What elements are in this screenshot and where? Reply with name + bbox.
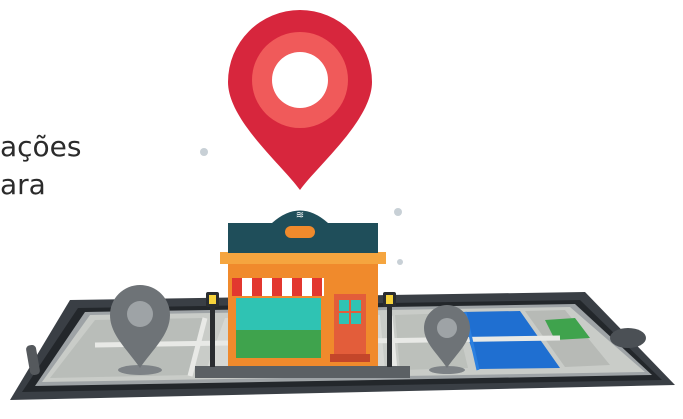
awning	[232, 278, 324, 296]
store-location-illustration: ≋	[10, 9, 675, 400]
shop-planter	[236, 330, 321, 358]
store-base	[195, 366, 410, 378]
svg-text:≋: ≋	[296, 210, 304, 221]
location-pin-icon	[228, 9, 372, 191]
storefront-icon: ≋	[220, 210, 386, 366]
shop-window	[236, 298, 321, 330]
